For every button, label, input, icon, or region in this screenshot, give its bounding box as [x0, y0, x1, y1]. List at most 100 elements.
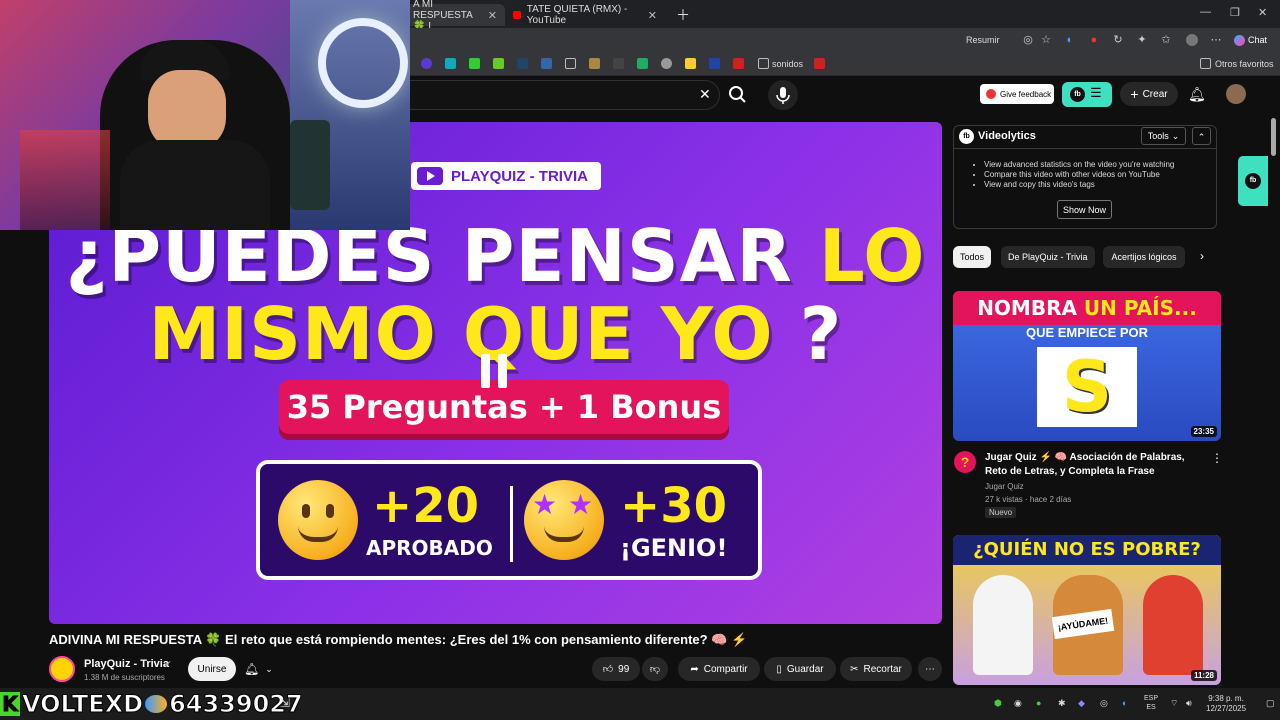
tools-dropdown[interactable]: Tools ⌄	[1141, 127, 1186, 145]
related-thumbnail[interactable]: NOMBRA UN PAÍS... QUE EMPIECE POR S 23:3…	[953, 291, 1221, 441]
refresh-icon[interactable]: ↻	[1112, 34, 1124, 46]
channel-name[interactable]: PlayQuiz - Trivia	[84, 658, 169, 670]
minimize-icon[interactable]: —	[1200, 6, 1211, 18]
more-actions-button[interactable]: ⋯	[918, 657, 942, 681]
bookmark-icon[interactable]	[445, 58, 456, 69]
related-channel[interactable]: Jugar Quiz	[985, 482, 1024, 491]
extension-icon[interactable]: ◐	[1064, 34, 1076, 46]
tray-icon[interactable]: ✱	[1058, 698, 1066, 709]
star-icon[interactable]: ☆	[1040, 34, 1052, 46]
bookmark-icon[interactable]	[685, 58, 696, 69]
app-icon[interactable]: ⇲	[280, 696, 290, 710]
wifi-icon[interactable]: ⌔	[1170, 698, 1178, 709]
chip-acertijos[interactable]: Acertijos lógicos	[1103, 246, 1185, 268]
share-button[interactable]: ➦ Compartir	[678, 657, 760, 681]
notifications-icon[interactable]: 🔔︎	[1188, 86, 1206, 103]
pause-icon[interactable]	[481, 354, 509, 388]
scissors-icon: ✂	[850, 663, 859, 675]
scrollbar[interactable]	[1268, 114, 1280, 688]
collapse-button[interactable]: ⌃	[1192, 127, 1211, 145]
folder-icon[interactable]	[758, 58, 769, 69]
channel-avatar[interactable]	[49, 656, 75, 682]
new-tab-icon[interactable]: ＋	[668, 4, 698, 26]
bookmark-icon[interactable]	[469, 58, 480, 69]
dislike-button[interactable]: 👎︎	[642, 657, 668, 681]
clock[interactable]: 9:38 p. m. 12/27/2025	[1206, 694, 1246, 714]
bookmark-icon[interactable]	[709, 58, 720, 69]
tab-youtube[interactable]: TATE QUIETA (RMX) - YouTube ✕	[505, 4, 665, 26]
chip-playquiz[interactable]: De PlayQuiz - Trivia	[1001, 246, 1095, 268]
bookmark-icon[interactable]	[493, 58, 504, 69]
videolytics-side-tab[interactable]: fb	[1238, 156, 1268, 206]
headline-text: ?	[799, 292, 843, 376]
more-icon[interactable]: ⋮	[1211, 451, 1223, 465]
videolytics-toggle[interactable]: fb ☰	[1062, 82, 1112, 107]
bookmark-icon[interactable]	[637, 58, 648, 69]
headline-text: MISMO QUE YO	[148, 292, 800, 376]
tab-current[interactable]: A MI RESPUESTA 🍀 I ✕	[405, 0, 505, 32]
volume-icon[interactable]: 🔊︎	[1186, 698, 1192, 709]
related-thumbnail[interactable]: ¿QUIÉN NO ES POBRE? ¡AYÚDAME! 11:28	[953, 535, 1221, 685]
subscription-bell-button[interactable]: 🔔︎ ⌄	[244, 658, 288, 680]
save-label: Guardar	[786, 663, 824, 675]
thumbnail-text: NOMBRA	[977, 296, 1084, 320]
join-button[interactable]: Unirse	[188, 657, 236, 681]
voice-search-button[interactable]	[768, 80, 798, 110]
chat-button[interactable]: Chat	[1234, 33, 1274, 47]
bookmark-sonidos[interactable]: sonidos	[772, 59, 803, 69]
bookmark-icon[interactable]	[517, 58, 528, 69]
thumbnail-subtitle: QUE EMPIECE POR	[1025, 325, 1149, 340]
search-input[interactable]	[400, 80, 720, 110]
bookmark-icon[interactable]	[613, 58, 624, 69]
clip-button[interactable]: ✂ Recortar	[840, 657, 912, 681]
illustration-figure	[973, 575, 1033, 675]
tray-icon[interactable]: ◐	[1122, 698, 1127, 708]
save-button[interactable]: ▯ Guardar	[764, 657, 836, 681]
profile-icon[interactable]	[1186, 34, 1198, 46]
create-button[interactable]: + Crear	[1120, 82, 1178, 106]
close-icon[interactable]: ✕	[488, 9, 497, 22]
chevron-down-icon: ⌄	[1171, 130, 1180, 141]
puzzle-icon[interactable]: ✦	[1136, 34, 1148, 46]
bookmark-icon[interactable]	[661, 58, 672, 69]
folder-icon[interactable]	[565, 58, 576, 69]
bookmark-otros-favoritos[interactable]: Otros favoritos	[1215, 59, 1274, 69]
close-icon[interactable]: ✕	[648, 9, 657, 22]
discord-icon[interactable]: ◉	[1014, 698, 1022, 709]
genius-label: ¡GENIO!	[620, 534, 728, 562]
channel-avatar[interactable]: ?	[954, 451, 976, 473]
close-window-icon[interactable]: ✕	[1258, 6, 1267, 19]
tray-icon[interactable]: ◎	[1100, 698, 1108, 709]
language-indicator[interactable]: ESP ES	[1144, 694, 1158, 712]
avatar[interactable]	[1226, 84, 1246, 104]
bookmark-icon[interactable]	[541, 58, 552, 69]
clear-search-icon[interactable]: ✕	[699, 86, 711, 103]
feedback-icon	[986, 89, 996, 99]
scrollbar-thumb[interactable]	[1271, 118, 1276, 156]
folder-icon[interactable]	[1200, 58, 1211, 69]
chip-todos[interactable]: Todos	[953, 246, 992, 268]
give-feedback-button[interactable]: Give feedback	[980, 84, 1054, 104]
tray-icon[interactable]: ◆	[1078, 698, 1085, 709]
chevron-right-icon[interactable]: ›	[1200, 249, 1204, 263]
menu-icon: ☰	[1090, 85, 1102, 100]
show-now-button[interactable]: Show Now	[1057, 200, 1112, 219]
notification-icon[interactable]: ▢	[1266, 698, 1275, 709]
tray-icon[interactable]: ●	[1036, 698, 1041, 708]
bookmark-icon[interactable]	[421, 58, 432, 69]
resumir-button[interactable]: Resumir	[966, 35, 1000, 45]
related-title[interactable]: Jugar Quiz ⚡ 🧠 Asociación de Palabras, R…	[985, 451, 1195, 479]
extension-icon[interactable]: ●	[1088, 34, 1100, 46]
bookmark-icon[interactable]	[814, 58, 825, 69]
genius-score: +30	[620, 478, 728, 534]
bookmark-icon[interactable]	[733, 58, 744, 69]
like-button[interactable]: 👍︎ 99	[592, 657, 640, 681]
tray-icon[interactable]: ⬢	[994, 698, 1002, 709]
bookmark-icon[interactable]	[589, 58, 600, 69]
videolytics-title: Videolytics	[978, 130, 1036, 142]
more-icon[interactable]: ⋯	[1210, 34, 1222, 46]
search-button[interactable]	[720, 80, 756, 110]
copilot-icon[interactable]: ◎	[1022, 34, 1034, 46]
favorites-icon[interactable]: ✩	[1160, 34, 1172, 46]
maximize-icon[interactable]: ❐	[1230, 6, 1240, 19]
